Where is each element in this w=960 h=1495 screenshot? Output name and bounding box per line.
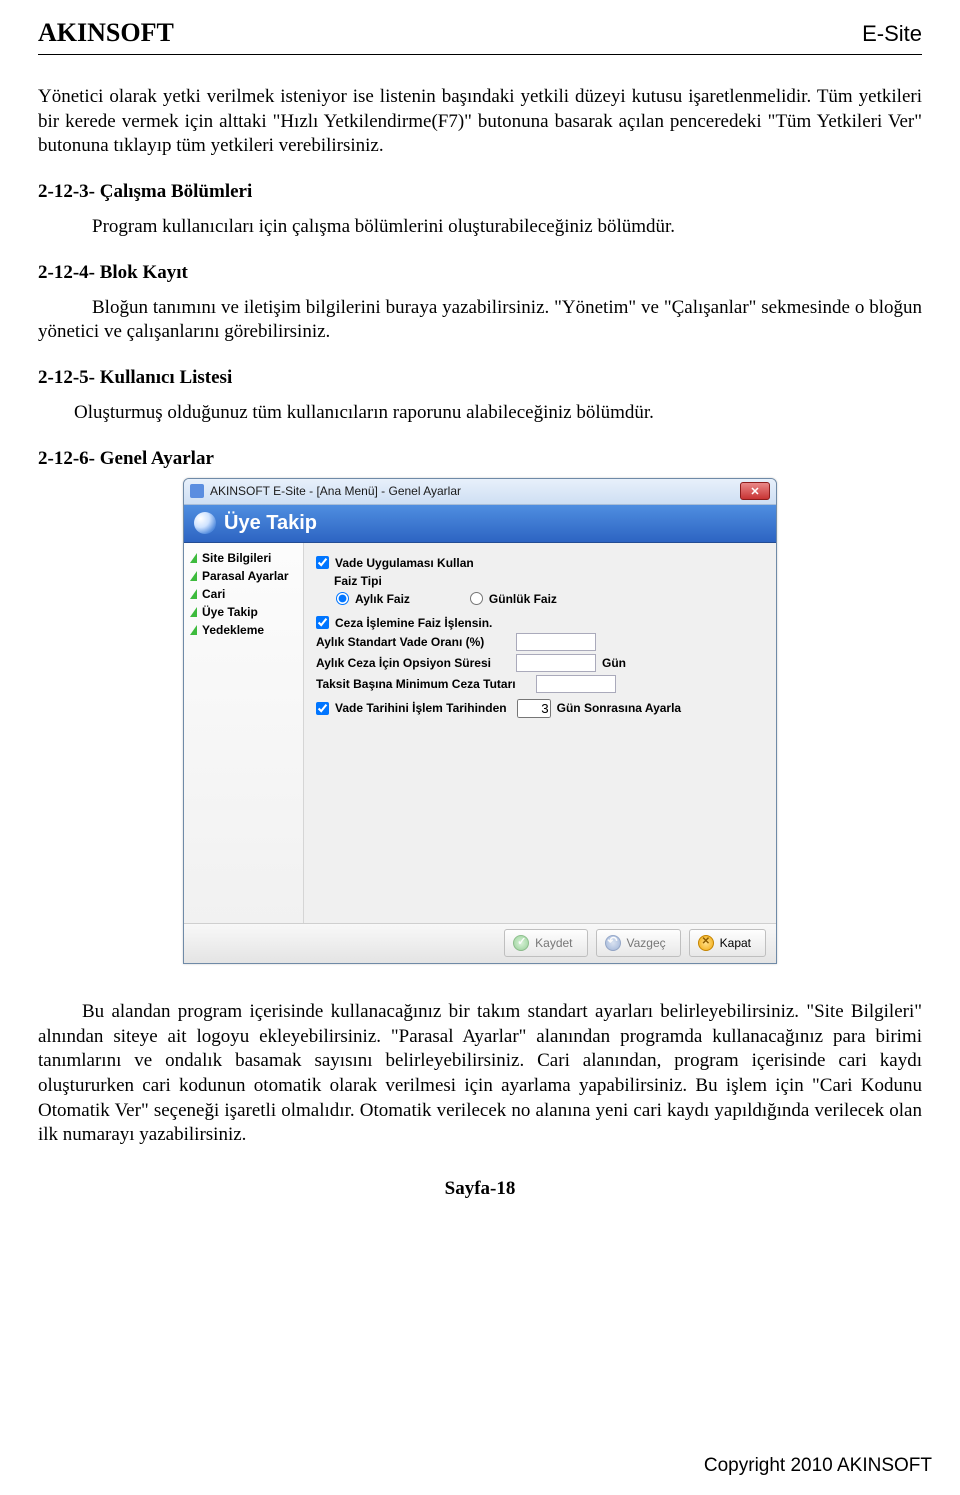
banner-title: Üye Takip (224, 512, 317, 535)
triangle-icon (190, 607, 197, 617)
check-icon (513, 935, 529, 951)
radio-label: Günlük Faiz (489, 592, 557, 606)
sidebar-item-uye-takip[interactable]: Üye Takip (190, 603, 297, 621)
after-window-paragraph: Bu alandan program içerisinde kullanacağ… (38, 1000, 922, 1148)
copyright-footer: Copyright 2010 AKINSOFT (704, 1455, 932, 1477)
page-number: Sayfa-18 (38, 1178, 922, 1200)
section-title: 2-12-5- Kullanıcı Listesi (38, 367, 922, 389)
triangle-icon (190, 553, 197, 563)
radio-label: Aylık Faiz (355, 592, 410, 606)
button-label: Vazgeç (627, 936, 666, 950)
close-icon (698, 935, 714, 951)
checkbox-vade-uygulamasi[interactable] (316, 556, 329, 569)
settings-window: AKINSOFT E-Site - [Ana Menü] - Genel Aya… (183, 478, 777, 964)
label-vade-orani: Aylık Standart Vade Oranı (%) (316, 635, 516, 649)
window-button-bar: Kaydet Vazgeç Kapat (184, 923, 776, 963)
triangle-icon (190, 589, 197, 599)
sidebar-item-site-bilgileri[interactable]: Site Bilgileri (190, 549, 297, 567)
triangle-icon (190, 625, 197, 635)
kapat-button[interactable]: Kapat (689, 929, 766, 957)
label-gun-sonrasina: Gün Sonrasına Ayarla (557, 701, 681, 715)
section-body: Program kullanıcıları için çalışma bölüm… (92, 215, 922, 240)
sidebar-item-cari[interactable]: Cari (190, 585, 297, 603)
section-title: 2-12-4- Blok Kayıt (38, 262, 922, 284)
section-2-12-4: 2-12-4- Blok Kayıt Bloğun tanımını ve il… (38, 262, 922, 345)
settings-sidebar: Site Bilgileri Parasal Ayarlar Cari Üye … (184, 543, 304, 923)
settings-content: Vade Uygulaması Kullan Faiz Tipi Aylık F… (304, 543, 776, 923)
checkbox-label: Ceza İşlemine Faiz İşlensin. (335, 616, 492, 630)
kaydet-button[interactable]: Kaydet (504, 929, 587, 957)
sidebar-item-yedekleme[interactable]: Yedekleme (190, 621, 297, 639)
window-titlebar[interactable]: AKINSOFT E-Site - [Ana Menü] - Genel Aya… (184, 479, 776, 505)
sidebar-item-label: Üye Takip (202, 605, 258, 619)
input-min-ceza[interactable] (536, 675, 616, 693)
section-2-12-5: 2-12-5- Kullanıcı Listesi Oluşturmuş old… (38, 367, 922, 426)
checkbox-vade-tarihi[interactable] (316, 702, 329, 715)
window-title: AKINSOFT E-Site - [Ana Menü] - Genel Aya… (210, 484, 461, 498)
triangle-icon (190, 571, 197, 581)
sidebar-item-label: Parasal Ayarlar (202, 569, 289, 583)
window-banner: Üye Takip (184, 505, 776, 543)
label-gun: Gün (602, 656, 626, 670)
button-label: Kapat (720, 936, 751, 950)
close-icon: ✕ (750, 485, 759, 498)
checkbox-label: Vade Uygulaması Kullan (335, 556, 474, 570)
sidebar-item-parasal-ayarlar[interactable]: Parasal Ayarlar (190, 567, 297, 585)
section-body: Oluşturmuş olduğunuz tüm kullanıcıların … (74, 401, 922, 426)
vazgec-button[interactable]: Vazgeç (596, 929, 681, 957)
input-vade-orani[interactable] (516, 633, 596, 651)
page-header: AKINSOFT E-Site (38, 18, 922, 55)
radio-input-aylik[interactable] (336, 592, 349, 605)
sidebar-item-label: Yedekleme (202, 623, 264, 637)
section-title: 2-12-6- Genel Ayarlar (38, 448, 922, 470)
faiz-tipi-label: Faiz Tipi (334, 574, 764, 588)
section-2-12-3: 2-12-3- Çalışma Bölümleri Program kullan… (38, 181, 922, 240)
app-icon (190, 484, 204, 498)
radio-aylik-faiz[interactable]: Aylık Faiz (336, 592, 410, 606)
sidebar-item-label: Site Bilgileri (202, 551, 271, 565)
header-brand: AKINSOFT (38, 18, 174, 48)
checkbox-label: Vade Tarihini İşlem Tarihinden (335, 701, 507, 715)
section-title: 2-12-3- Çalışma Bölümleri (38, 181, 922, 203)
undo-icon (605, 935, 621, 951)
globe-icon (194, 512, 216, 534)
input-gun-sonrasi[interactable] (517, 699, 551, 718)
intro-paragraph: Yönetici olarak yetki verilmek isteniyor… (38, 85, 922, 159)
label-min-ceza: Taksit Başına Minimum Ceza Tutarı (316, 677, 536, 691)
section-2-12-6: 2-12-6- Genel Ayarlar (38, 448, 922, 470)
window-close-button[interactable]: ✕ (740, 482, 770, 500)
checkbox-ceza-faiz[interactable] (316, 616, 329, 629)
input-opsiyon-suresi[interactable] (516, 654, 596, 672)
label-opsiyon-suresi: Aylık Ceza İçin Opsiyon Süresi (316, 656, 516, 670)
radio-input-gunluk[interactable] (470, 592, 483, 605)
radio-gunluk-faiz[interactable]: Günlük Faiz (470, 592, 557, 606)
sidebar-item-label: Cari (202, 587, 225, 601)
header-product: E-Site (862, 21, 922, 47)
button-label: Kaydet (535, 936, 572, 950)
section-body: Bloğun tanımını ve iletişim bilgilerini … (38, 297, 922, 343)
